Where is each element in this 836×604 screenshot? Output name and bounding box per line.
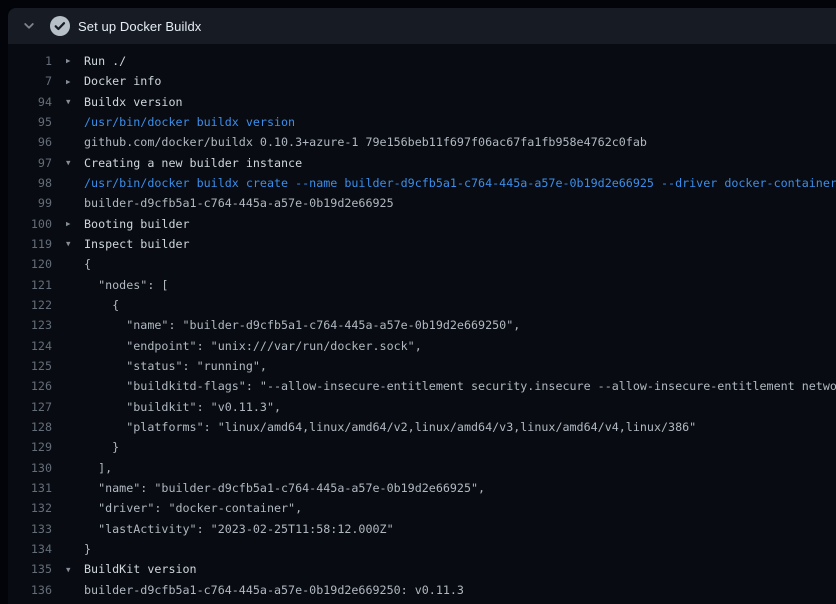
log-line: 135 ▼ BuildKit version: [8, 559, 836, 579]
log-line: 125 "status": "running",: [8, 356, 836, 376]
log-line: 1 ▶ Run ./: [8, 51, 836, 71]
group-expander-expanded-icon[interactable]: ▼: [52, 159, 84, 167]
log-line-text[interactable]: Inspect builder: [84, 237, 190, 251]
line-number-link[interactable]: 125: [8, 359, 52, 373]
log-line-text: }: [84, 440, 119, 454]
line-number-link[interactable]: 7: [8, 74, 52, 88]
check-circle-icon-svg: [50, 16, 70, 36]
step-header[interactable]: Set up Docker Buildx: [8, 8, 836, 44]
log-line-text: /usr/bin/docker buildx create --name bui…: [84, 176, 836, 190]
log-line-text: "name": "builder-d9cfb5a1-c764-445a-a57e…: [84, 318, 520, 332]
step-title: Set up Docker Buildx: [78, 19, 201, 34]
group-expander-expanded-icon[interactable]: ▼: [52, 98, 84, 106]
chevron-down-icon[interactable]: [16, 13, 42, 39]
log-line-text: "endpoint": "unix:///var/run/docker.sock…: [84, 339, 422, 353]
group-expander-expanded-icon[interactable]: ▼: [52, 566, 84, 574]
log-line-text[interactable]: Run ./: [84, 54, 126, 68]
line-number-link[interactable]: 134: [8, 542, 52, 556]
log-line: 122 {: [8, 295, 836, 315]
line-number-link[interactable]: 131: [8, 481, 52, 495]
log-line: 132 "driver": "docker-container",: [8, 498, 836, 518]
line-number-link[interactable]: 130: [8, 461, 52, 475]
log-line: 7 ▶ Docker info: [8, 71, 836, 91]
step-log-panel: Set up Docker Buildx 1 ▶ Run ./ 7 ▶ Dock…: [8, 8, 836, 604]
line-number-link[interactable]: 120: [8, 257, 52, 271]
log-line: 127 "buildkit": "v0.11.3",: [8, 397, 836, 417]
log-line-text: }: [84, 542, 91, 556]
line-number-link[interactable]: 98: [8, 176, 52, 190]
log-line-text: "lastActivity": "2023-02-25T11:58:12.000…: [84, 522, 394, 536]
log-line: 130 ],: [8, 458, 836, 478]
log-line: 128 "platforms": "linux/amd64,linux/amd6…: [8, 417, 836, 437]
chevron-down-icon-svg: [21, 18, 37, 34]
log-line-text: "buildkit": "v0.11.3",: [84, 400, 281, 414]
log-body: 1 ▶ Run ./ 7 ▶ Docker info 94 ▼ Buildx v…: [8, 44, 836, 604]
log-line: 124 "endpoint": "unix:///var/run/docker.…: [8, 336, 836, 356]
log-line-text[interactable]: Booting builder: [84, 217, 190, 231]
line-number-link[interactable]: 127: [8, 400, 52, 414]
log-line: 99 builder-d9cfb5a1-c764-445a-a57e-0b19d…: [8, 193, 836, 213]
log-line: 95 /usr/bin/docker buildx version: [8, 112, 836, 132]
log-line-text: "status": "running",: [84, 359, 267, 373]
group-expander-collapsed-icon[interactable]: ▶: [52, 78, 84, 86]
group-expander-collapsed-icon[interactable]: ▶: [52, 57, 84, 65]
log-line-text: "driver": "docker-container",: [84, 501, 302, 515]
line-number-link[interactable]: 121: [8, 278, 52, 292]
line-number-link[interactable]: 100: [8, 217, 52, 231]
group-expander-collapsed-icon[interactable]: ▶: [52, 220, 84, 228]
log-line: 126 "buildkitd-flags": "--allow-insecure…: [8, 376, 836, 396]
log-line: 133 "lastActivity": "2023-02-25T11:58:12…: [8, 519, 836, 539]
log-line-text[interactable]: BuildKit version: [84, 562, 197, 576]
log-line: 121 "nodes": [: [8, 275, 836, 295]
log-line: 119 ▼ Inspect builder: [8, 234, 836, 254]
log-line-text: /usr/bin/docker buildx version: [84, 115, 295, 129]
log-line: 120 {: [8, 254, 836, 274]
log-line-text: builder-d9cfb5a1-c764-445a-a57e-0b19d2e6…: [84, 583, 464, 597]
line-number-link[interactable]: 96: [8, 135, 52, 149]
line-number-link[interactable]: 1: [8, 54, 52, 68]
log-line-text[interactable]: Creating a new builder instance: [84, 156, 302, 170]
log-line: 98 /usr/bin/docker buildx create --name …: [8, 173, 836, 193]
line-number-link[interactable]: 95: [8, 115, 52, 129]
log-line: 94 ▼ Buildx version: [8, 92, 836, 112]
line-number-link[interactable]: 135: [8, 562, 52, 576]
log-line: 123 "name": "builder-d9cfb5a1-c764-445a-…: [8, 315, 836, 335]
line-number-link[interactable]: 94: [8, 95, 52, 109]
log-line-text: {: [84, 298, 119, 312]
log-line-text: github.com/docker/buildx 0.10.3+azure-1 …: [84, 135, 647, 149]
line-number-link[interactable]: 99: [8, 196, 52, 210]
log-line: 134 }: [8, 539, 836, 559]
log-line: 100 ▶ Booting builder: [8, 214, 836, 234]
log-line-text: "nodes": [: [84, 278, 168, 292]
log-line: 96 github.com/docker/buildx 0.10.3+azure…: [8, 132, 836, 152]
line-number-link[interactable]: 136: [8, 583, 52, 597]
line-number-link[interactable]: 124: [8, 339, 52, 353]
line-number-link[interactable]: 129: [8, 440, 52, 454]
log-line-text: builder-d9cfb5a1-c764-445a-a57e-0b19d2e6…: [84, 196, 394, 210]
log-line: 136 builder-d9cfb5a1-c764-445a-a57e-0b19…: [8, 580, 836, 600]
check-circle-icon: [50, 16, 70, 36]
line-number-link[interactable]: 97: [8, 156, 52, 170]
log-line: 131 "name": "builder-d9cfb5a1-c764-445a-…: [8, 478, 836, 498]
log-line-text: {: [84, 257, 91, 271]
group-expander-expanded-icon[interactable]: ▼: [52, 240, 84, 248]
log-line-text: "buildkitd-flags": "--allow-insecure-ent…: [84, 379, 836, 393]
log-line: 97 ▼ Creating a new builder instance: [8, 153, 836, 173]
line-number-link[interactable]: 126: [8, 379, 52, 393]
log-line-text: "name": "builder-d9cfb5a1-c764-445a-a57e…: [84, 481, 485, 495]
log-line-text[interactable]: Buildx version: [84, 95, 183, 109]
line-number-link[interactable]: 132: [8, 501, 52, 515]
log-line-text: ],: [84, 461, 112, 475]
line-number-link[interactable]: 122: [8, 298, 52, 312]
line-number-link[interactable]: 123: [8, 318, 52, 332]
log-line: 129 }: [8, 437, 836, 457]
line-number-link[interactable]: 119: [8, 237, 52, 251]
log-line-text[interactable]: Docker info: [84, 74, 161, 88]
line-number-link[interactable]: 128: [8, 420, 52, 434]
line-number-link[interactable]: 133: [8, 522, 52, 536]
log-line-text: "platforms": "linux/amd64,linux/amd64/v2…: [84, 420, 696, 434]
